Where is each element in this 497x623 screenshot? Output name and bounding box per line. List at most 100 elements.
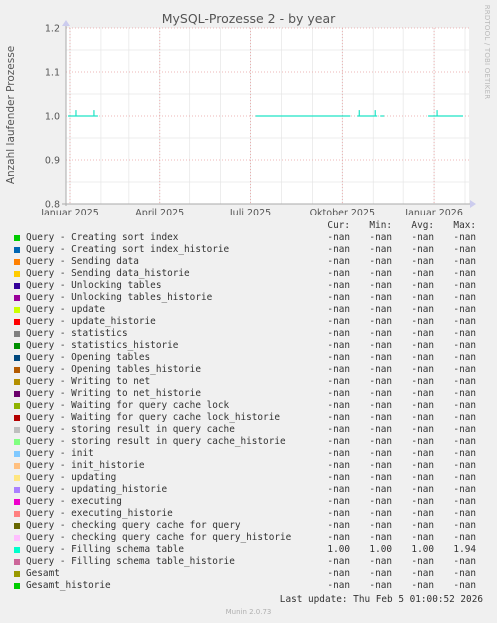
legend-swatch — [14, 499, 20, 505]
legend-cur: -nan — [327, 244, 350, 255]
legend-label: Query - Sending data — [26, 256, 139, 267]
legend-max: -nan — [453, 532, 476, 543]
legend-item: Query - checking query cache for query -n… — [0, 520, 497, 532]
legend-item: Query - Opening tables -nan -nan -nan -nan — [0, 352, 497, 364]
legend-swatch — [14, 259, 20, 265]
legend-swatch — [14, 523, 20, 529]
legend-min: -nan — [369, 568, 392, 579]
legend-min: -nan — [369, 448, 392, 459]
legend-cur: -nan — [327, 448, 350, 459]
legend-min: -nan — [369, 292, 392, 303]
legend-avg: -nan — [411, 244, 434, 255]
legend-label: Query - Creating sort index_historie — [26, 244, 230, 255]
legend-avg: -nan — [411, 472, 434, 483]
y-tick-label: 1.1 — [45, 68, 60, 79]
legend-swatch — [14, 415, 20, 421]
x-tick-label: Juli 2025 — [229, 208, 271, 215]
x-tick-label: April 2025 — [135, 208, 184, 215]
legend-cur: -nan — [327, 580, 350, 591]
legend-min: -nan — [369, 268, 392, 279]
legend-max: -nan — [453, 388, 476, 399]
legend-cur: -nan — [327, 304, 350, 315]
legend-label: Query - Waiting for query cache lock — [26, 400, 230, 411]
legend-label: Query - Sending data_historie — [26, 268, 190, 279]
legend-item: Query - Filling schema table_historie -na… — [0, 556, 497, 568]
legend-max: -nan — [453, 364, 476, 375]
legend-label: Query - executing — [26, 496, 122, 507]
legend-min: -nan — [369, 256, 392, 267]
legend-min: -nan — [369, 532, 392, 543]
legend-item: Query - statistics -nan -nan -nan -nan — [0, 328, 497, 340]
legend-swatch — [14, 439, 20, 445]
legend-item: Query - executing -nan -nan -nan -nan — [0, 496, 497, 508]
legend-swatch — [14, 511, 20, 517]
x-axis-arrow — [470, 200, 476, 208]
legend-cur: -nan — [327, 280, 350, 291]
legend-label: Query - Filling schema table — [26, 544, 185, 555]
legend-min: -nan — [369, 232, 392, 243]
legend-avg: -nan — [411, 268, 434, 279]
legend-min: -nan — [369, 556, 392, 567]
x-tick-label: Januar 2025 — [40, 208, 99, 215]
legend-swatch — [14, 463, 20, 469]
legend-swatch — [14, 331, 20, 337]
legend-min: -nan — [369, 304, 392, 315]
legend-min: -nan — [369, 328, 392, 339]
y-tick-labels: 0.80.91.01.11.2 — [45, 24, 60, 211]
legend-label: Query - Unlocking tables — [26, 280, 162, 291]
legend-avg: -nan — [411, 496, 434, 507]
legend-min: 1.00 — [369, 544, 392, 555]
legend-label: Query - Writing to net_historie — [26, 388, 201, 399]
legend-avg: -nan — [411, 304, 434, 315]
legend-item: Query - Writing to net_historie -nan -nan -… — [0, 388, 497, 400]
legend-cur: -nan — [327, 520, 350, 531]
legend-max: 1.94 — [453, 544, 476, 555]
legend-min: -nan — [369, 352, 392, 363]
legend-cur: -nan — [327, 508, 350, 519]
legend-avg: -nan — [411, 508, 434, 519]
legend-swatch — [14, 307, 20, 313]
legend-min: -nan — [369, 388, 392, 399]
legend-label: Query - Writing to net — [26, 376, 151, 387]
legend-max: -nan — [453, 412, 476, 423]
legend-avg: -nan — [411, 436, 434, 447]
header-avg: Avg: — [411, 220, 434, 231]
legend-item: Gesamt -nan -nan -nan -nan — [0, 568, 497, 580]
legend-avg: -nan — [411, 388, 434, 399]
legend-avg: -nan — [411, 376, 434, 387]
legend-item: Query - init -nan -nan -nan -nan — [0, 448, 497, 460]
legend-cur: -nan — [327, 556, 350, 567]
legend-item: Query - storing result in query cache_hi… — [0, 436, 497, 448]
legend-label: Query - statistics_historie — [26, 340, 179, 351]
legend-min: -nan — [369, 316, 392, 327]
legend-label: Query - Opening tables_historie — [26, 364, 201, 375]
legend-avg: -nan — [411, 448, 434, 459]
legend-cur: -nan — [327, 412, 350, 423]
legend-avg: -nan — [411, 580, 434, 591]
legend-max: -nan — [453, 460, 476, 471]
legend-avg: -nan — [411, 232, 434, 243]
legend-avg: -nan — [411, 412, 434, 423]
legend-item: Query - updating -nan -nan -nan -nan — [0, 472, 497, 484]
legend-min: -nan — [369, 460, 392, 471]
legend-cur: -nan — [327, 376, 350, 387]
legend-min: -nan — [369, 436, 392, 447]
legend-item: Query - Waiting for query cache lock -nan… — [0, 400, 497, 412]
legend-label: Query - storing result in query cache_hi… — [26, 436, 286, 447]
legend-label: Query - init — [26, 448, 94, 459]
legend-avg: -nan — [411, 532, 434, 543]
legend-swatch — [14, 271, 20, 277]
header-max: Max: — [453, 220, 476, 231]
legend-max: -nan — [453, 472, 476, 483]
legend-item: Query - Filling schema table 1.00 1.00 1.00… — [0, 544, 497, 556]
legend-cur: -nan — [327, 268, 350, 279]
legend-min: -nan — [369, 400, 392, 411]
legend-swatch — [14, 391, 20, 397]
legend-min: -nan — [369, 280, 392, 291]
legend-max: -nan — [453, 280, 476, 291]
legend-cur: -nan — [327, 568, 350, 579]
legend-cur: -nan — [327, 256, 350, 267]
legend-swatch — [14, 487, 20, 493]
header-min: Min: — [369, 220, 392, 231]
legend-swatch — [14, 451, 20, 457]
